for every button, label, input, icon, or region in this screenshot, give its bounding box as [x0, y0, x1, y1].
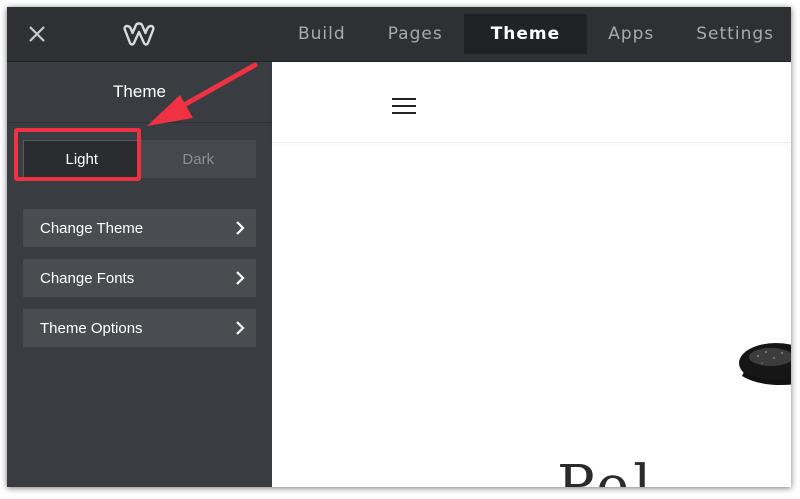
theme-options-label: Theme Options	[40, 319, 143, 337]
weebly-logo-icon	[123, 22, 155, 46]
close-icon	[29, 26, 45, 42]
change-theme-label: Change Theme	[40, 219, 144, 237]
sidebar-title: Theme	[7, 62, 272, 123]
light-dark-toggle: Light Dark	[23, 140, 256, 178]
close-button[interactable]	[25, 22, 49, 46]
preview-header	[272, 62, 791, 143]
dark-mode-button[interactable]: Dark	[141, 140, 257, 178]
site-preview: Pel	[272, 62, 791, 487]
tab-build[interactable]: Build	[277, 14, 367, 54]
main-tabs: Build Pages Theme Apps Settings	[277, 7, 791, 61]
tab-settings[interactable]: Settings	[675, 14, 791, 54]
stone-image	[739, 343, 791, 385]
theme-options-button[interactable]: Theme Options	[23, 309, 256, 347]
tab-theme[interactable]: Theme	[463, 14, 588, 54]
top-navigation-bar: Build Pages Theme Apps Settings	[7, 7, 791, 62]
hero-heading: Pel	[557, 454, 656, 487]
chevron-right-icon	[236, 271, 245, 285]
change-theme-button[interactable]: Change Theme	[23, 209, 256, 247]
chevron-right-icon	[236, 321, 245, 335]
tab-apps[interactable]: Apps	[587, 14, 675, 54]
chevron-right-icon	[236, 221, 245, 235]
theme-sidebar: Theme Light Dark Change Theme Change Fon…	[7, 62, 272, 487]
tab-pages[interactable]: Pages	[367, 14, 464, 54]
app-window: Build Pages Theme Apps Settings Theme Li…	[7, 7, 791, 487]
change-fonts-button[interactable]: Change Fonts	[23, 259, 256, 297]
light-mode-button[interactable]: Light	[23, 140, 141, 178]
change-fonts-label: Change Fonts	[40, 269, 135, 287]
hamburger-menu-icon[interactable]	[392, 98, 416, 116]
